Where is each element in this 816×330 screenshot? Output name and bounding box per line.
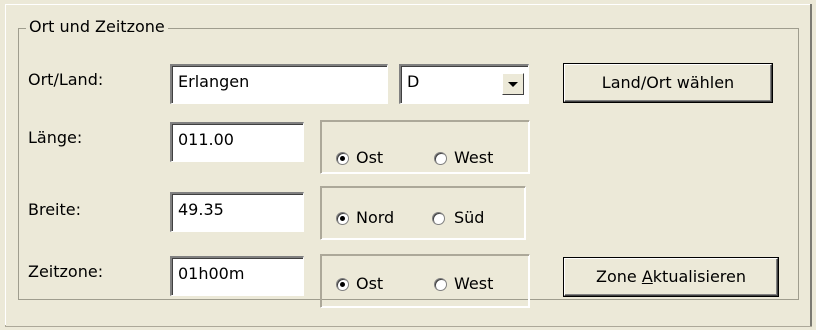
latitude-south-label[interactable]: Süd [454,208,484,228]
latitude-south-radio[interactable] [432,212,445,225]
group-title: Ort und Zeitzone [26,17,168,37]
update-zone-button[interactable]: Zone Aktualisieren [564,258,778,296]
update-zone-button-post: ktualisieren [652,267,746,286]
timezone-label: Zeitzone: [28,262,104,281]
update-zone-button-pre: Zone [596,267,642,286]
city-input[interactable]: Erlangen [170,64,388,104]
latitude-north-label[interactable]: Nord [356,208,394,228]
latitude-north-radio[interactable] [336,212,349,225]
timezone-east-label[interactable]: Ost [356,274,383,294]
choose-location-button[interactable]: Land/Ort wählen [564,64,772,102]
longitude-input[interactable]: 011.00 [170,122,304,162]
longitude-east-radio[interactable] [336,152,349,165]
radio-selected-dot [340,216,345,221]
longitude-west-label[interactable]: West [454,148,493,168]
location-label: Ort/Land: [28,70,104,89]
longitude-direction-group [320,120,530,174]
timezone-west-radio[interactable] [434,278,447,291]
longitude-label: Länge: [28,128,83,147]
radio-selected-dot [340,156,345,161]
latitude-direction-group [320,186,526,240]
radio-selected-dot [340,282,345,287]
timezone-east-radio[interactable] [336,278,349,291]
longitude-west-radio[interactable] [434,152,447,165]
timezone-west-label[interactable]: West [454,274,493,294]
timezone-input[interactable]: 01h00m [170,256,304,296]
chevron-down-icon[interactable] [502,73,524,95]
timezone-direction-group [320,254,530,308]
dialog-frame-shadow [810,4,812,326]
country-select[interactable]: D [399,64,529,104]
longitude-east-label[interactable]: Ost [356,148,383,168]
latitude-input[interactable]: 49.35 [170,192,304,232]
latitude-label: Breite: [28,200,81,219]
update-zone-button-accelerator: A [641,267,653,286]
